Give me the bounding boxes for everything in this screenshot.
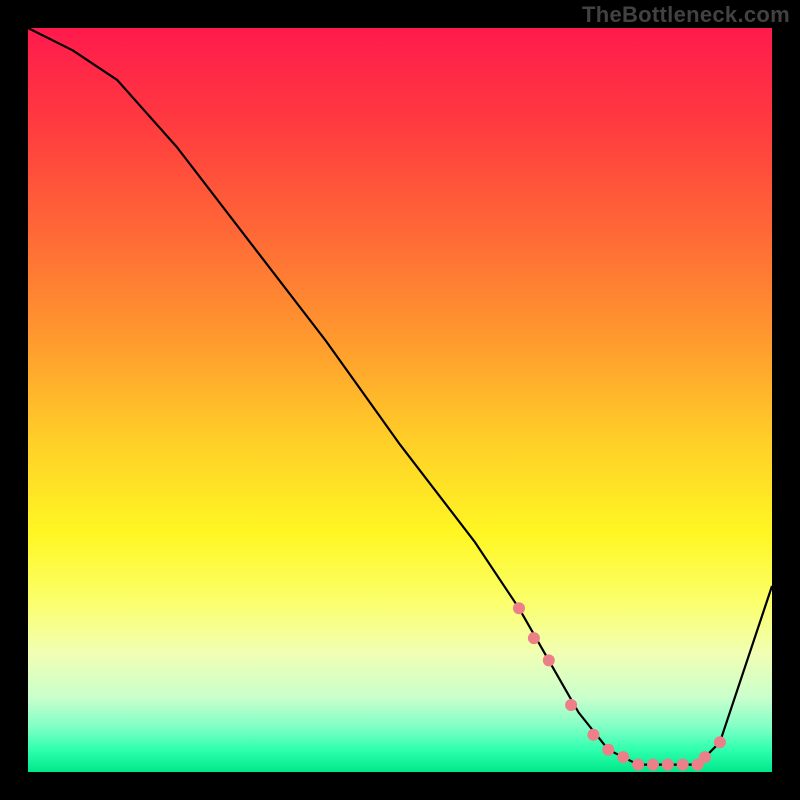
chart-frame: TheBottleneck.com xyxy=(0,0,800,800)
marker-group xyxy=(513,602,726,770)
marker-dot xyxy=(699,751,711,763)
marker-dot xyxy=(587,729,599,741)
marker-dot xyxy=(632,759,644,771)
marker-dot xyxy=(565,699,577,711)
plot-area xyxy=(28,28,772,772)
marker-dot xyxy=(602,744,614,756)
chart-svg xyxy=(28,28,772,772)
marker-dot xyxy=(543,654,555,666)
marker-dot xyxy=(647,759,659,771)
watermark-label: TheBottleneck.com xyxy=(582,2,790,28)
marker-dot xyxy=(617,751,629,763)
marker-dot xyxy=(714,736,726,748)
marker-dot xyxy=(513,602,525,614)
marker-dot xyxy=(677,759,689,771)
marker-dot xyxy=(528,632,540,644)
marker-dot xyxy=(662,759,674,771)
bottleneck-curve xyxy=(28,28,772,765)
